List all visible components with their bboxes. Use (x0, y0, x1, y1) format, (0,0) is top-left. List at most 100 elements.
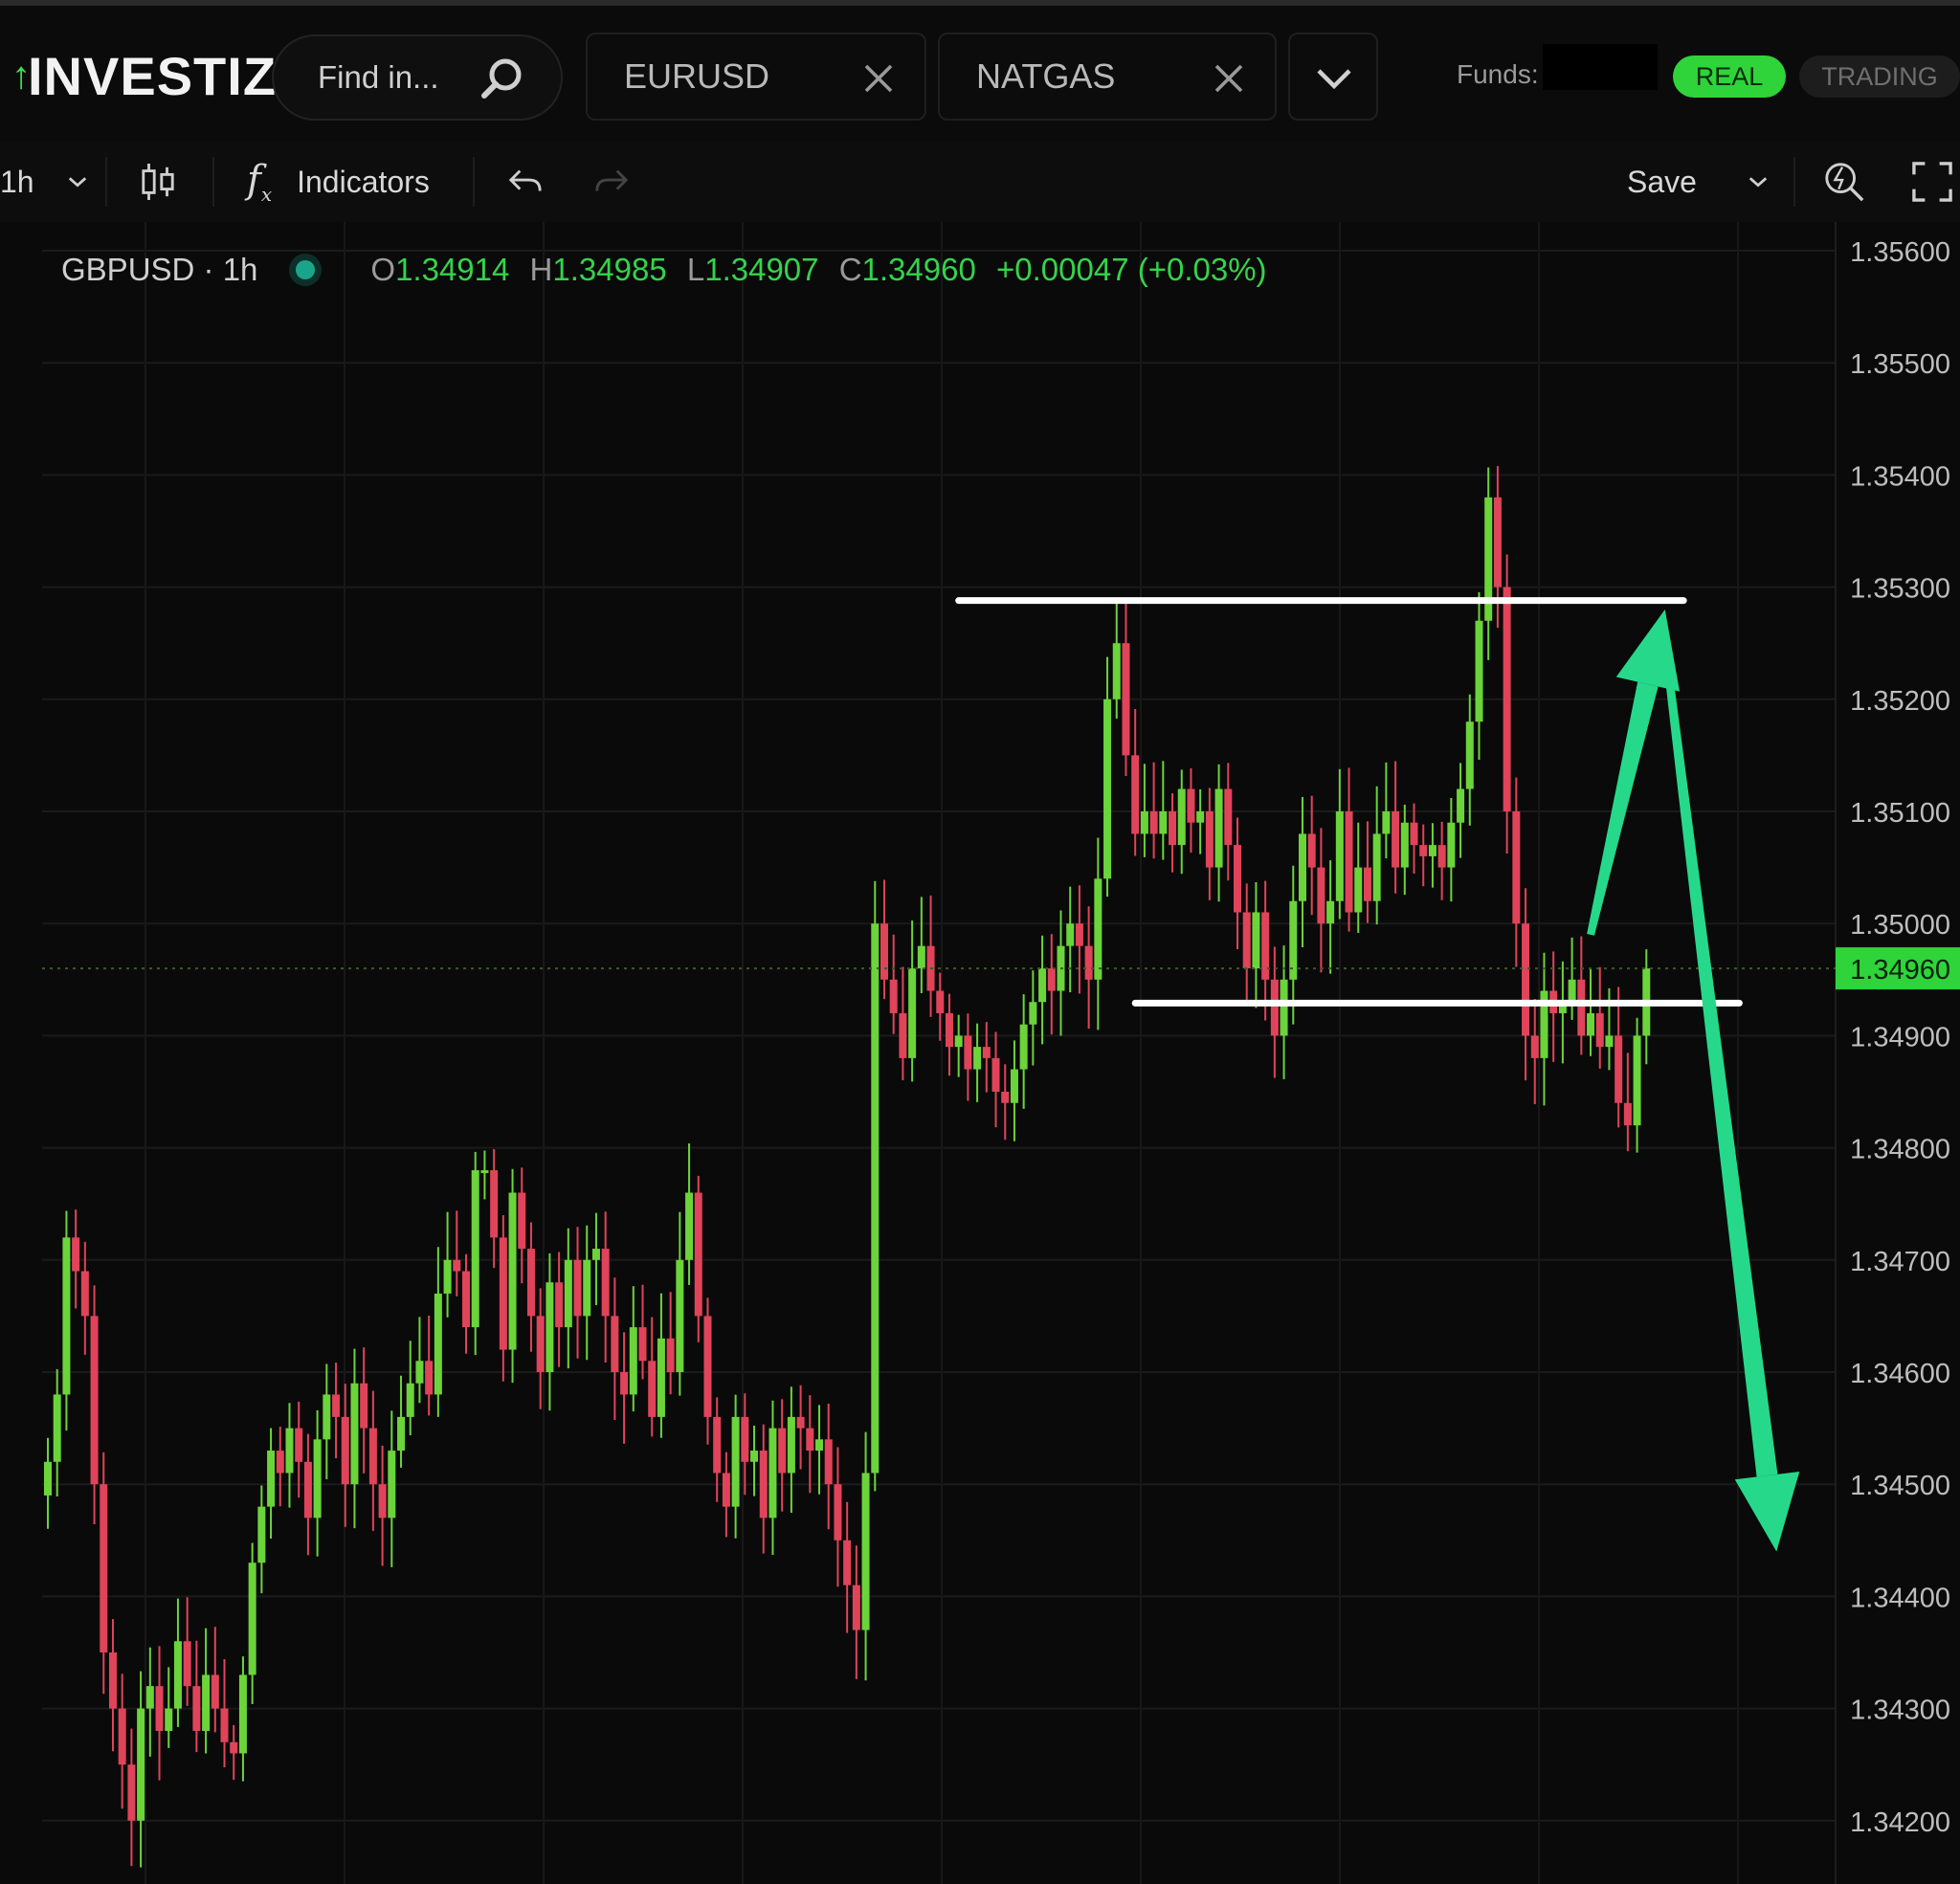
chart-type-button[interactable] (140, 142, 176, 222)
redo-button[interactable] (593, 142, 630, 222)
market-open-indicator (296, 260, 316, 279)
candle-body (1177, 788, 1186, 846)
candle-body (1140, 811, 1148, 834)
candle-body (666, 1338, 675, 1372)
candle-body (388, 1451, 396, 1518)
mode-real-toggle[interactable]: REAL (1673, 55, 1786, 98)
candle-body (295, 1428, 303, 1462)
candle-body (1205, 811, 1214, 868)
candle-body (731, 1416, 740, 1507)
mode-trading-toggle[interactable]: TRADING (1799, 55, 1960, 98)
drawn-arrow-head (1734, 1471, 1800, 1552)
candle-body (1010, 1069, 1018, 1103)
candle-body (165, 1708, 173, 1732)
candle-body (1029, 1002, 1037, 1025)
tab-label: NATGAS (976, 56, 1116, 96)
candle-body (1410, 822, 1418, 846)
price-chart[interactable]: 1.35600 1.35500 1.35400 1.35300 1.35200 1.351… (0, 222, 1960, 1884)
candle-body (508, 1192, 517, 1350)
candle-body (490, 1170, 499, 1238)
quick-search-button[interactable] (1822, 142, 1866, 222)
candle-body (1280, 979, 1288, 1036)
price-tick-label: 1.35000 (1850, 910, 1950, 941)
funds-value-redacted (1543, 44, 1658, 90)
candle-body (368, 1428, 377, 1485)
candle-body (1568, 979, 1576, 1003)
chart-toolbar: 1h fx Indicators Save (0, 142, 1960, 222)
candle-body (1001, 1092, 1010, 1103)
candle-body (518, 1192, 526, 1250)
tabs-dropdown-button[interactable] (1288, 33, 1378, 121)
save-label: Save (1627, 164, 1697, 199)
interval-selector[interactable]: 1h (0, 142, 88, 222)
candle-body (480, 1170, 489, 1174)
undo-button[interactable] (507, 142, 544, 222)
candle-body (1242, 912, 1251, 969)
indicators-button[interactable]: fx Indicators (247, 142, 430, 222)
legend-change: +0.00047 (+0.03%) (996, 252, 1267, 287)
legend-low-key: L (686, 252, 705, 287)
candle-body (722, 1473, 730, 1507)
candles-icon (142, 164, 174, 200)
chevron-down-icon (1748, 177, 1768, 188)
candle-body (787, 1416, 795, 1474)
candle-body (936, 990, 945, 1013)
close-icon[interactable] (1214, 63, 1244, 94)
candle-body (415, 1361, 424, 1384)
candle-body (1187, 788, 1195, 823)
save-options-button[interactable] (1748, 142, 1769, 222)
candle-body (127, 1764, 136, 1821)
candle-body (1112, 643, 1121, 699)
search-placeholder: Find in... (318, 59, 439, 95)
candle-body (583, 1259, 591, 1317)
candle-body (1131, 755, 1140, 834)
candle-body (620, 1372, 629, 1395)
tab-natgas[interactable]: NATGAS (938, 33, 1277, 121)
symbol-search[interactable]: Find in... (272, 34, 563, 121)
candle-body (861, 1473, 870, 1630)
candle-body (908, 968, 917, 1058)
candle-body (1094, 878, 1102, 980)
save-button[interactable]: Save (1627, 142, 1697, 222)
candle-body (276, 1451, 284, 1474)
candle-body (1475, 620, 1483, 722)
candle-body (796, 1416, 805, 1429)
candle-body (991, 1057, 1000, 1092)
candle-body (90, 1316, 99, 1485)
candle-body (694, 1192, 702, 1317)
toolbar-separator (105, 157, 107, 207)
candle-body (964, 1035, 972, 1070)
candle-body (759, 1451, 768, 1518)
candle-body (434, 1293, 442, 1395)
candle-body (638, 1327, 647, 1362)
price-tick-label: 1.35400 (1850, 461, 1950, 492)
candle-body (44, 1461, 52, 1496)
candle-body (1400, 822, 1409, 868)
candle-body (899, 1012, 907, 1058)
drawn-arrow-shaft (1660, 642, 1778, 1477)
close-icon[interactable] (863, 63, 894, 94)
candle-body (703, 1316, 712, 1417)
candle-body (1122, 643, 1130, 756)
candle-body (1234, 845, 1242, 913)
search-icon (481, 58, 522, 99)
candle-body (880, 923, 888, 980)
price-tick-label: 1.34300 (1850, 1696, 1950, 1726)
candle-body (1075, 923, 1083, 946)
candle-body (1047, 968, 1056, 991)
candle-body (1159, 811, 1168, 834)
top-bar: ↑ INVESTIZO Find in... EURUSD NATGAS Fun… (0, 0, 1960, 142)
candle-body (676, 1259, 684, 1372)
candle-body (1437, 845, 1446, 868)
price-tick-label: 1.34400 (1850, 1583, 1950, 1613)
fullscreen-button[interactable] (1912, 142, 1952, 222)
tab-eurusd[interactable]: EURUSD (586, 33, 926, 121)
undo-icon (508, 169, 542, 191)
candle-body (192, 1686, 201, 1732)
candle-body (573, 1259, 582, 1317)
candle-body (257, 1506, 266, 1563)
candle-body (1335, 811, 1344, 901)
candle-body (1345, 811, 1353, 913)
candle-body (499, 1237, 507, 1350)
candle-body (564, 1259, 572, 1328)
